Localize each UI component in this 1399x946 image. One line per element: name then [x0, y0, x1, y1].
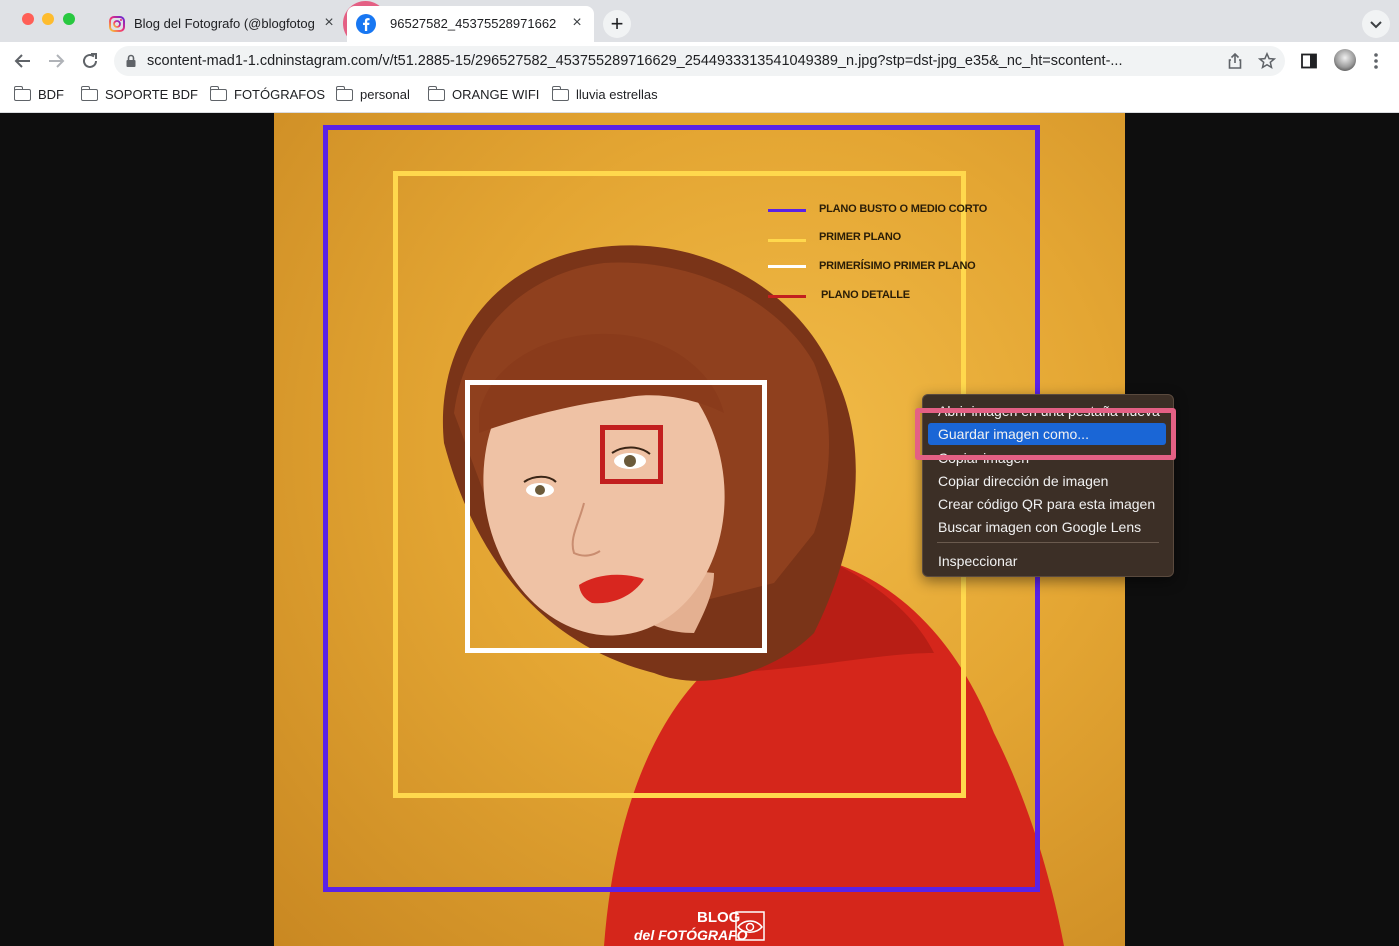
legend-line-purple: [768, 209, 806, 212]
bookmark-folder[interactable]: FOTÓGRAFOS: [209, 86, 325, 105]
tab-title: 96527582_45375528971662: [390, 16, 557, 31]
legend-line-white: [768, 265, 806, 268]
legend-label: PLANO BUSTO O MEDIO CORTO: [819, 203, 988, 215]
bookmark-label: personal: [360, 87, 410, 102]
lock-icon: [126, 54, 136, 67]
bookmark-folder[interactable]: personal: [335, 86, 410, 105]
menu-item-label: Crear código QR para esta imagen: [938, 496, 1156, 512]
folder-icon: [209, 86, 227, 101]
image-viewport: PLANO BUSTO O MEDIO CORTO PRIMER PLANO P…: [0, 113, 1399, 946]
toolbar: scontent-mad1-1.cdninstagram.com/v/t51.2…: [0, 42, 1399, 79]
bookmark-label: BDF: [38, 87, 64, 102]
bookmark-folder[interactable]: BDF: [13, 86, 64, 105]
bookmark-folder[interactable]: SOPORTE BDF: [80, 86, 198, 105]
legend-label: PRIMERÍSIMO PRIMER PLANO: [819, 260, 976, 272]
bookmark-folder[interactable]: lluvia estrellas: [551, 86, 658, 105]
instagram-icon: [109, 16, 125, 32]
bookmarks-bar: BDF SOPORTE BDF FOTÓGRAFOS personal ORAN…: [0, 79, 1399, 113]
menu-item-label: Inspeccionar: [938, 553, 1018, 569]
side-panel-icon[interactable]: [1300, 52, 1318, 70]
more-vert-icon[interactable]: [1369, 51, 1383, 71]
minimize-window-button[interactable]: [42, 13, 54, 25]
reload-button[interactable]: [77, 48, 103, 74]
menu-item-copy-image-address[interactable]: Copiar dirección de imagen: [923, 470, 1173, 492]
back-button[interactable]: [10, 48, 36, 74]
menu-item-inspect[interactable]: Inspeccionar: [923, 550, 1173, 572]
logo-text-bottom: del FOTÓGRAFO: [634, 927, 748, 943]
bookmark-folder[interactable]: ORANGE WIFI: [427, 86, 540, 105]
new-tab-button[interactable]: +: [603, 10, 631, 38]
folder-icon: [335, 86, 353, 101]
avatar[interactable]: [1334, 49, 1356, 71]
reload-icon: [83, 53, 97, 68]
legend-label: PLANO DETALLE: [821, 289, 910, 301]
tab-strip: Blog del Fotografo (@blogfotog × 9652758…: [0, 0, 1399, 46]
bookmark-label: FOTÓGRAFOS: [234, 87, 325, 102]
arrow-left-icon: [14, 54, 30, 68]
menu-item-create-qr[interactable]: Crear código QR para esta imagen: [923, 493, 1173, 515]
tab-title: Blog del Fotografo (@blogfotog: [134, 16, 314, 31]
blog-logo: BLOG del FOTÓGRAFO: [634, 905, 774, 945]
tab-search-button[interactable]: [1362, 10, 1390, 38]
bookmark-label: ORANGE WIFI: [452, 87, 540, 102]
tab-instagram[interactable]: Blog del Fotografo (@blogfotog ×: [97, 6, 345, 42]
legend-line-yellow: [768, 239, 806, 242]
star-icon[interactable]: [1258, 52, 1276, 70]
bookmark-label: SOPORTE BDF: [105, 87, 198, 102]
close-window-button[interactable]: [22, 13, 34, 25]
folder-icon: [551, 86, 569, 101]
tab-image[interactable]: 96527582_45375528971662 ×: [347, 6, 594, 42]
legend-label: PRIMER PLANO: [819, 231, 901, 243]
menu-item-label: Copiar dirección de imagen: [938, 473, 1109, 489]
folder-icon: [427, 86, 445, 101]
legend-line-red: [768, 295, 806, 298]
menu-item-label: Buscar imagen con Google Lens: [938, 519, 1142, 535]
save-image-highlight: [915, 408, 1176, 460]
arrow-right-icon: [49, 54, 65, 68]
folder-icon: [80, 86, 98, 101]
frame-primerisimo: [465, 380, 767, 653]
address-bar[interactable]: scontent-mad1-1.cdninstagram.com/v/t51.2…: [114, 46, 1285, 76]
menu-item-google-lens[interactable]: Buscar imagen con Google Lens: [923, 516, 1173, 538]
chevron-down-icon: [1370, 21, 1382, 29]
forward-button[interactable]: [43, 48, 69, 74]
bookmark-label: lluvia estrellas: [576, 87, 658, 102]
facebook-icon: [356, 14, 376, 34]
share-icon[interactable]: [1227, 52, 1243, 70]
eye-logo-icon: [735, 911, 765, 941]
plus-icon: +: [610, 11, 624, 36]
tab-close-button[interactable]: ×: [568, 14, 586, 32]
menu-separator: [937, 542, 1159, 543]
folder-icon: [13, 86, 31, 101]
maximize-window-button[interactable]: [63, 13, 75, 25]
url-text: scontent-mad1-1.cdninstagram.com/v/t51.2…: [147, 53, 1123, 69]
tab-close-button[interactable]: ×: [320, 14, 338, 32]
frame-plano-detalle: [600, 425, 663, 484]
